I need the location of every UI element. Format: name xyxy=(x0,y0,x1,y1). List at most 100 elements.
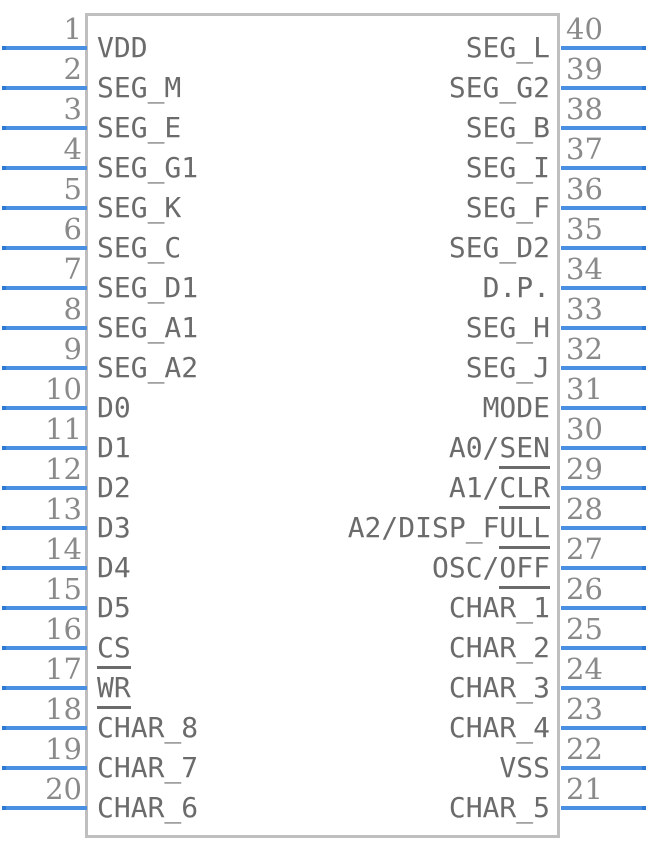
pin-number-37: 37 xyxy=(566,132,603,166)
pin-wire-12[interactable] xyxy=(2,486,87,490)
pin-number-1: 1 xyxy=(63,12,82,46)
pin-number-27: 27 xyxy=(566,532,603,566)
pin-endpoint-35 xyxy=(642,246,646,250)
pin-number-10: 10 xyxy=(45,372,82,406)
pin-number-4: 4 xyxy=(63,132,82,166)
ic-schematic-symbol: 1 VDD 2 SEG_M 3 SEG_E 4 SEG_G1 5 SEG_K 6 SEG_C 7 SEG_… xyxy=(0,0,648,852)
pin-endpoint-20 xyxy=(2,806,6,810)
pin-endpoint-11 xyxy=(2,446,6,450)
pin-wire-25[interactable] xyxy=(561,646,646,650)
pin-number-25: 25 xyxy=(566,612,603,646)
pin-label-negated-30: SEN xyxy=(499,431,550,469)
pin-endpoint-29 xyxy=(642,486,646,490)
pin-wire-4[interactable] xyxy=(2,166,87,170)
pin-wire-10[interactable] xyxy=(2,406,87,410)
pin-endpoint-23 xyxy=(642,726,646,730)
pin-wire-21[interactable] xyxy=(561,806,646,810)
pin-wire-32[interactable] xyxy=(561,366,646,370)
pin-wire-1[interactable] xyxy=(2,46,87,50)
pin-wire-8[interactable] xyxy=(2,326,87,330)
pin-number-17: 17 xyxy=(45,652,82,686)
pin-label-12: D2 xyxy=(97,471,131,504)
pin-wire-35[interactable] xyxy=(561,246,646,250)
pin-number-20: 20 xyxy=(45,772,82,806)
pin-label-negated-16: CS xyxy=(97,631,131,669)
pin-wire-18[interactable] xyxy=(2,726,87,730)
pin-number-36: 36 xyxy=(566,172,603,206)
pin-wire-38[interactable] xyxy=(561,126,646,130)
pin-wire-14[interactable] xyxy=(2,566,87,570)
pin-wire-20[interactable] xyxy=(2,806,87,810)
pin-number-7: 7 xyxy=(63,252,82,286)
pin-wire-36[interactable] xyxy=(561,206,646,210)
pin-wire-19[interactable] xyxy=(2,766,87,770)
pin-wire-34[interactable] xyxy=(561,286,646,290)
pin-label-24: CHAR_3 xyxy=(448,671,550,704)
pin-number-3: 3 xyxy=(63,92,82,126)
pin-wire-30[interactable] xyxy=(561,446,646,450)
pin-wire-26[interactable] xyxy=(561,606,646,610)
pin-wire-3[interactable] xyxy=(2,126,87,130)
pin-number-30: 30 xyxy=(566,412,603,446)
pin-label-22: VSS xyxy=(499,751,550,784)
pin-wire-11[interactable] xyxy=(2,446,87,450)
pin-label-29: A1/CLR xyxy=(449,474,550,509)
pin-label-negated-17: WR xyxy=(97,671,131,709)
pin-endpoint-21 xyxy=(642,806,646,810)
pin-endpoint-7 xyxy=(2,286,6,290)
pin-label-34: D.P. xyxy=(482,271,550,304)
pin-endpoint-33 xyxy=(642,326,646,330)
pin-label-5: SEG_K xyxy=(97,191,182,224)
pin-wire-33[interactable] xyxy=(561,326,646,330)
pin-wire-6[interactable] xyxy=(2,246,87,250)
pin-wire-22[interactable] xyxy=(561,766,646,770)
pin-number-2: 2 xyxy=(63,52,82,86)
pin-label-10: D0 xyxy=(97,391,131,424)
pin-number-23: 23 xyxy=(566,692,603,726)
pin-label-33: SEG_H xyxy=(465,311,550,344)
pin-wire-31[interactable] xyxy=(561,406,646,410)
pin-wire-9[interactable] xyxy=(2,366,87,370)
pin-endpoint-4 xyxy=(2,166,6,170)
pin-number-28: 28 xyxy=(566,492,603,526)
pin-label-6: SEG_C xyxy=(97,231,182,264)
pin-wire-5[interactable] xyxy=(2,206,87,210)
pin-wire-37[interactable] xyxy=(561,166,646,170)
pin-endpoint-40 xyxy=(642,46,646,50)
pin-number-33: 33 xyxy=(566,292,603,326)
pin-number-9: 9 xyxy=(63,332,82,366)
pin-wire-28[interactable] xyxy=(561,526,646,530)
pin-endpoint-28 xyxy=(642,526,646,530)
pin-wire-23[interactable] xyxy=(561,726,646,730)
pin-number-8: 8 xyxy=(63,292,82,326)
pin-label-15: D5 xyxy=(97,591,131,624)
pin-number-34: 34 xyxy=(566,252,603,286)
pin-number-29: 29 xyxy=(566,452,603,486)
pin-wire-29[interactable] xyxy=(561,486,646,490)
pin-wire-15[interactable] xyxy=(2,606,87,610)
pin-wire-13[interactable] xyxy=(2,526,87,530)
pin-label-19: CHAR_7 xyxy=(97,751,199,784)
pin-endpoint-25 xyxy=(642,646,646,650)
pin-label-13: D3 xyxy=(97,511,131,544)
pin-label-17: WR xyxy=(97,671,131,709)
pin-wire-39[interactable] xyxy=(561,86,646,90)
pin-endpoint-30 xyxy=(642,446,646,450)
pin-wire-2[interactable] xyxy=(2,86,87,90)
pin-label-27: OSC/OFF xyxy=(432,554,550,589)
pin-label-38: SEG_B xyxy=(465,111,550,144)
pin-wire-40[interactable] xyxy=(561,46,646,50)
pin-wire-27[interactable] xyxy=(561,566,646,570)
pin-label-20: CHAR_6 xyxy=(97,791,199,824)
pin-number-40: 40 xyxy=(566,12,603,46)
pin-wire-16[interactable] xyxy=(2,646,87,650)
pin-wire-17[interactable] xyxy=(2,686,87,690)
pin-endpoint-13 xyxy=(2,526,6,530)
pin-wire-7[interactable] xyxy=(2,286,87,290)
pin-label-28: A2/DISP_F ULL xyxy=(348,514,550,549)
pin-endpoint-26 xyxy=(642,606,646,610)
pin-label-16: CS xyxy=(97,631,131,669)
pin-label-31: MODE xyxy=(482,391,550,424)
pin-wire-24[interactable] xyxy=(561,686,646,690)
pin-endpoint-22 xyxy=(642,766,646,770)
